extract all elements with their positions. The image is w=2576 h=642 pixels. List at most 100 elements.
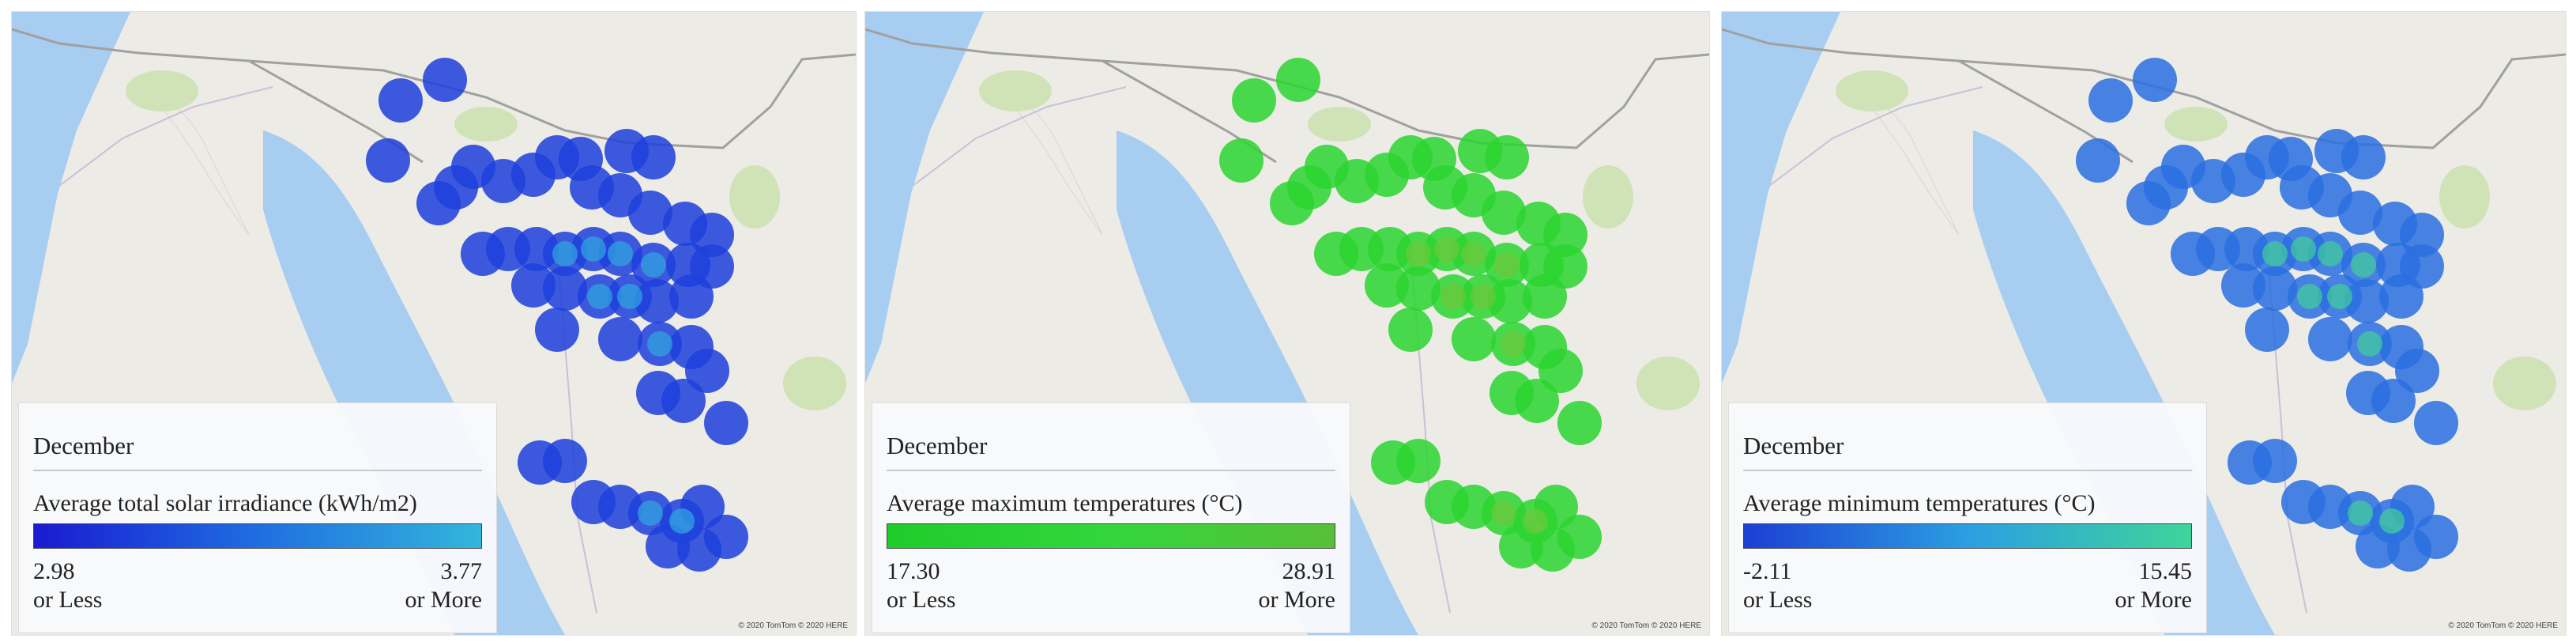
heat-core [647, 331, 672, 357]
scale-max-label: or More [405, 587, 482, 613]
legend-month: December [1743, 432, 1844, 459]
legend-tmin: December Average minimum temperatures (°… [1728, 402, 2207, 633]
park-area [783, 357, 846, 410]
map-copyright: © 2020 TomTom © 2020 HERE [2448, 621, 2558, 630]
scale-min-value: 2.98 [33, 558, 75, 584]
heat-point [2414, 515, 2458, 559]
heat-point [1396, 439, 1441, 483]
heat-core [587, 284, 612, 309]
heat-point [434, 165, 478, 210]
heat-core [1523, 508, 1548, 534]
color-scale-bar [1743, 523, 2192, 549]
heat-point [2379, 274, 2423, 319]
scale-max-value: 15.45 [2138, 558, 2193, 584]
legend-metric: Average total solar irradiance (kWh/m2) [33, 490, 417, 516]
heat-core [552, 241, 578, 266]
map-panel-tmin[interactable]: December Average minimum temperatures (°… [1721, 11, 2567, 636]
heat-point [2414, 401, 2458, 445]
heat-point [2088, 78, 2133, 123]
legend-month: December [33, 432, 134, 459]
heat-core [669, 508, 695, 534]
map-copyright: © 2020 TomTom © 2020 HERE [738, 621, 848, 630]
park-area [1583, 165, 1633, 228]
heat-point [1557, 401, 1602, 445]
scale-min-label: or Less [887, 587, 956, 613]
park-area [979, 70, 1052, 111]
heat-point [704, 401, 748, 445]
park-area [1308, 107, 1371, 142]
park-area [2439, 165, 2490, 228]
heat-point [2341, 135, 2386, 179]
heat-point [661, 379, 706, 423]
heat-point [669, 274, 714, 319]
heat-core [1406, 241, 1431, 266]
heat-point [1515, 379, 1559, 423]
heat-point [366, 138, 410, 183]
heat-core [2348, 500, 2373, 526]
scale-min-value: 17.30 [887, 558, 940, 584]
park-area [729, 165, 780, 228]
scale-max-label: or More [1258, 587, 1335, 613]
heat-core [2291, 236, 2316, 262]
heat-point [598, 317, 642, 361]
park-area [454, 107, 518, 142]
map-panel-tmax[interactable]: December Average maximum temperatures (°… [864, 11, 1710, 636]
scale-max-value: 28.91 [1282, 558, 1336, 584]
park-area [2164, 107, 2228, 142]
heat-point [1452, 317, 1496, 361]
color-scale-bar [887, 523, 1335, 549]
heat-core [1501, 331, 1526, 357]
heat-core [1441, 284, 1466, 309]
heat-point [1276, 58, 1320, 102]
legend-metric: Average maximum temperatures (°C) [887, 490, 1243, 516]
heat-core [608, 241, 633, 266]
heat-point [2371, 379, 2416, 423]
heat-core [641, 252, 666, 278]
heat-point [2253, 439, 2297, 483]
heat-core [1461, 241, 1486, 266]
scale-max-label: or More [2115, 587, 2192, 613]
heat-core [1494, 252, 1520, 278]
heat-point [1232, 78, 1276, 123]
heat-point [2144, 165, 2188, 210]
heat-core [2318, 241, 2343, 266]
scale-min-label: or Less [33, 587, 103, 613]
map-copyright: © 2020 TomTom © 2020 HERE [1591, 621, 1701, 630]
heat-point [1388, 308, 1433, 352]
heat-core [1471, 284, 1496, 309]
heat-core [2357, 331, 2382, 357]
heat-point [704, 515, 748, 559]
heat-point [1219, 138, 1264, 183]
heat-point [378, 78, 423, 123]
park-area [2493, 357, 2556, 410]
map-panel-solar[interactable]: December Average total solar irradiance … [11, 11, 857, 636]
heat-point [543, 439, 587, 483]
park-area [1636, 357, 1700, 410]
heat-point [2076, 138, 2120, 183]
heat-point [2245, 308, 2289, 352]
heat-point [535, 308, 579, 352]
heat-point [1523, 274, 1567, 319]
heat-core [2327, 284, 2352, 309]
legend-metric: Average minimum temperatures (°C) [1743, 490, 2096, 516]
heat-point [2308, 317, 2352, 361]
park-area [126, 70, 198, 111]
heat-core [638, 500, 663, 526]
heat-core [2379, 508, 2405, 534]
heat-core [2262, 241, 2288, 266]
legend-divider [1743, 470, 2192, 471]
heat-point [423, 58, 467, 102]
heat-point [1485, 135, 1529, 179]
heat-core [617, 284, 642, 309]
heat-core [581, 236, 606, 262]
heat-core [1491, 500, 1516, 526]
heat-core [1434, 236, 1459, 262]
legend-divider [33, 470, 482, 471]
heat-core [2351, 252, 2376, 278]
heat-point [1557, 515, 1602, 559]
scale-max-value: 3.77 [440, 558, 483, 584]
legend-divider [887, 470, 1335, 471]
legend-month: December [887, 432, 988, 459]
legend-tmax: December Average maximum temperatures (°… [872, 402, 1350, 633]
scale-min-value: -2.11 [1743, 558, 1792, 584]
